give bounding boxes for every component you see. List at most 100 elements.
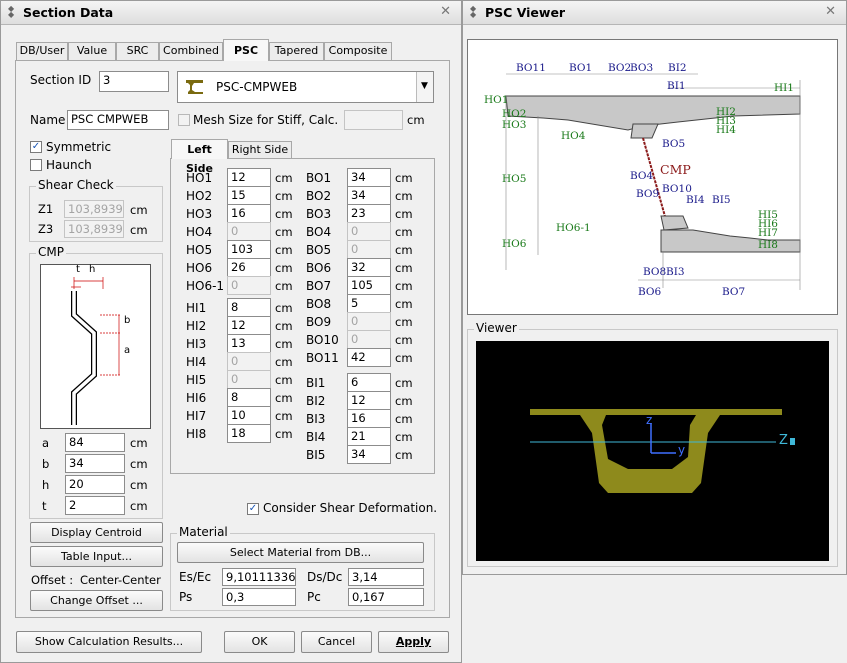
table-input-button[interactable]: Table Input... — [30, 546, 163, 567]
z1-label: Z1 — [38, 202, 54, 216]
param-ho6-1-input[interactable]: 0 — [227, 276, 271, 295]
viewer-canvas[interactable]: z y Z — [476, 341, 829, 561]
param-hi3-input[interactable]: 13 — [227, 334, 271, 353]
ok-button[interactable]: OK — [224, 631, 295, 653]
cmp-label: CMP — [660, 162, 691, 177]
param-bo3-input[interactable]: 23 — [347, 204, 391, 223]
param-bi2-input[interactable]: 12 — [347, 391, 391, 410]
param-ho2-input[interactable]: 15 — [227, 186, 271, 205]
param-bo9-input[interactable]: 0 — [347, 312, 391, 331]
close-icon[interactable]: ✕ — [440, 4, 451, 19]
viewer-group-title: Viewer — [474, 321, 519, 335]
viewer-title-bar[interactable]: ◆ ◆ PSC Viewer ✕ — [463, 1, 846, 25]
param-hi7-input[interactable]: 10 — [227, 406, 271, 425]
ps-label: Ps — [179, 590, 193, 604]
param-bo2-unit: cm — [395, 189, 413, 203]
apply-button[interactable]: Apply — [378, 631, 449, 653]
select-material-button[interactable]: Select Material from DB... — [177, 542, 424, 563]
param-bo6-input[interactable]: 32 — [347, 258, 391, 277]
psc-shape-icon — [186, 80, 203, 94]
name-input[interactable]: PSC CMPWEB — [67, 110, 169, 130]
symmetric-checkbox[interactable]: ✓ — [30, 141, 42, 153]
param-ho5-input[interactable]: 103 — [227, 240, 271, 259]
param-ho4-label: HO4 — [186, 225, 213, 239]
section-type-select[interactable]: PSC-CMPWEB ▼ — [177, 71, 434, 103]
param-hi5-unit: cm — [275, 373, 293, 387]
section-id-input[interactable]: 3 — [99, 71, 169, 92]
param-hi6-unit: cm — [275, 391, 293, 405]
z1-input[interactable]: 103,89392 — [64, 200, 124, 218]
cmp-fig-a: a — [124, 345, 131, 356]
close-icon[interactable]: ✕ — [825, 4, 836, 19]
psc-3d-view — [530, 409, 795, 493]
tab-db-user[interactable]: DB/User — [16, 42, 68, 60]
axis-y-label: y — [678, 443, 686, 457]
cmp-t-input[interactable]: 2 — [65, 496, 125, 515]
param-ho6-input[interactable]: 26 — [227, 258, 271, 277]
param-bo4-input[interactable]: 0 — [347, 222, 391, 241]
param-bi5-input[interactable]: 34 — [347, 445, 391, 464]
param-bo4-unit: cm — [395, 225, 413, 239]
param-hi4-input[interactable]: 0 — [227, 352, 271, 371]
param-hi6-label: HI6 — [186, 391, 207, 405]
shear-deformation-checkbox[interactable]: ✓ — [247, 503, 259, 515]
section-type-dropdown-button[interactable]: ▼ — [416, 72, 433, 102]
param-ho3-input[interactable]: 16 — [227, 204, 271, 223]
tab-combined[interactable]: Combined — [159, 42, 223, 60]
cmp-b-input[interactable]: 34 — [65, 454, 125, 473]
param-bo1-input[interactable]: 34 — [347, 168, 391, 187]
param-bi1-input[interactable]: 6 — [347, 373, 391, 392]
param-bo2-label: BO2 — [306, 189, 332, 203]
param-bo9-label: BO9 — [306, 315, 332, 329]
tab-src[interactable]: SRC — [116, 42, 159, 60]
change-offset-button[interactable]: Change Offset ... — [30, 590, 163, 611]
tab-right-side[interactable]: Right Side — [228, 141, 292, 158]
tab-tapered[interactable]: Tapered — [269, 42, 324, 60]
psc-viewer-window: ◆ ◆ PSC Viewer ✕ BO11 BO1 BO2 BO3 BI2 BI1 HO1 HO… — [462, 0, 847, 575]
material-title: Material — [177, 525, 230, 539]
ps-input[interactable]: 0,3 — [222, 588, 296, 606]
cancel-button[interactable]: Cancel — [301, 631, 372, 653]
param-ho1-unit: cm — [275, 171, 293, 185]
tab-psc[interactable]: PSC — [223, 39, 269, 61]
pc-input[interactable]: 0,167 — [348, 588, 424, 606]
param-bo10-input[interactable]: 0 — [347, 330, 391, 349]
mesh-size-input[interactable] — [344, 110, 403, 130]
param-bo10-label: BO10 — [306, 333, 339, 347]
dim-hi1: HI1 — [774, 82, 794, 94]
title-bar[interactable]: ◆ ◆ Section Data ✕ — [1, 1, 461, 25]
param-hi6-input[interactable]: 8 — [227, 388, 271, 407]
cmp-t-label: t — [42, 499, 47, 513]
tab-composite[interactable]: Composite — [324, 42, 392, 60]
param-hi1-input[interactable]: 8 — [227, 298, 271, 317]
param-bo8-input[interactable]: 5 — [347, 294, 391, 313]
z3-input[interactable]: 103,89392 — [64, 220, 124, 238]
show-calculation-button[interactable]: Show Calculation Results... — [16, 631, 202, 653]
param-hi2-input[interactable]: 12 — [227, 316, 271, 335]
param-hi8-input[interactable]: 18 — [227, 424, 271, 443]
ds-dc-input[interactable]: 3,14 — [348, 568, 424, 586]
param-bi3-input[interactable]: 16 — [347, 409, 391, 428]
param-bi1-label: BI1 — [306, 376, 326, 390]
section-data-window: ◆ ◆ Section Data ✕ DB/User Value SRC Comb… — [0, 0, 462, 663]
param-bi5-unit: cm — [395, 448, 413, 462]
param-ho4-input[interactable]: 0 — [227, 222, 271, 241]
param-bo7-input[interactable]: 105 — [347, 276, 391, 295]
display-centroid-button[interactable]: Display Centroid — [30, 522, 163, 543]
param-bo3-unit: cm — [395, 207, 413, 221]
param-hi5-input[interactable]: 0 — [227, 370, 271, 389]
param-hi1-unit: cm — [275, 301, 293, 315]
param-bo9-unit: cm — [395, 315, 413, 329]
cmp-h-input[interactable]: 20 — [65, 475, 125, 494]
param-bo2-input[interactable]: 34 — [347, 186, 391, 205]
param-bo11-input[interactable]: 42 — [347, 348, 391, 367]
cmp-a-input[interactable]: 84 — [65, 433, 125, 452]
mesh-size-checkbox[interactable] — [178, 114, 190, 126]
haunch-checkbox[interactable] — [30, 159, 42, 171]
param-bi4-input[interactable]: 21 — [347, 427, 391, 446]
es-ec-input[interactable]: 9,101113369 — [222, 568, 296, 586]
param-ho1-input[interactable]: 12 — [227, 168, 271, 187]
tab-value[interactable]: Value — [68, 42, 116, 60]
param-bo5-input[interactable]: 0 — [347, 240, 391, 259]
tab-left-side[interactable]: Left Side — [171, 139, 228, 175]
